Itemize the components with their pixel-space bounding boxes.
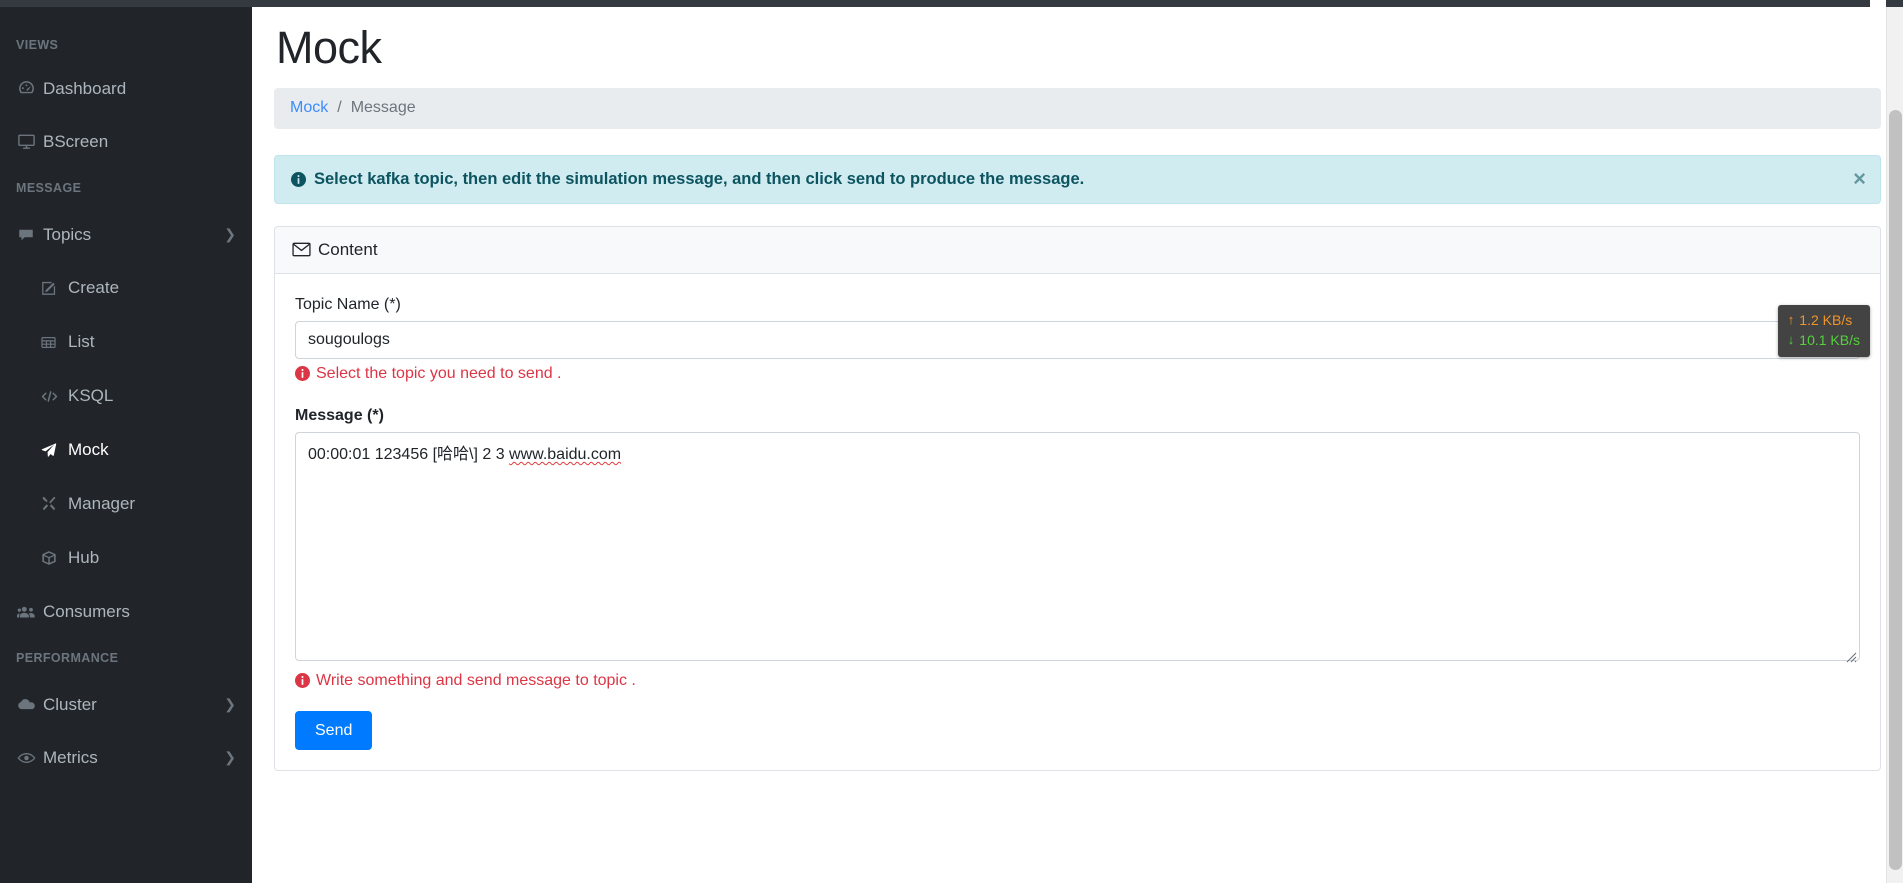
sidebar-item-label: Hub xyxy=(68,548,100,567)
main-content: Mock Mock / Message Select kafka topic, … xyxy=(252,0,1903,883)
topic-help-text: Select the topic you need to send . xyxy=(316,364,562,382)
eye-icon xyxy=(17,750,43,766)
sidebar-item-label: List xyxy=(68,332,95,351)
content-card-header: Content xyxy=(275,226,1880,274)
content-card-title: Content xyxy=(318,239,378,259)
network-speed-overlay: ↑ 1.2 KB/s ↓ 10.1 KB/s xyxy=(1777,305,1870,357)
info-alert: Select kafka topic, then edit the simula… xyxy=(274,154,1881,204)
comment-icon xyxy=(17,226,43,244)
envelope-icon xyxy=(292,242,311,257)
chevron-right-icon: ❯ xyxy=(224,696,236,712)
edit-icon xyxy=(40,280,68,297)
info-alert-text: Select kafka topic, then edit the simula… xyxy=(314,169,1085,188)
sidebar-item-list[interactable]: List xyxy=(0,315,252,369)
sidebar-section-views: VIEWS xyxy=(16,38,59,52)
topic-help-text-row: Select the topic you need to send . xyxy=(295,365,1860,383)
tools-icon xyxy=(40,495,68,513)
topic-select-wrapper: sougoulogs xyxy=(295,320,1860,359)
breadcrumb-current: Message xyxy=(350,99,416,117)
monitor-icon xyxy=(17,132,43,151)
topic-select[interactable]: sougoulogs xyxy=(295,320,1860,359)
breadcrumb: Mock / Message xyxy=(274,87,1881,129)
gauge-icon xyxy=(17,79,43,98)
content-card-body: Topic Name (*) sougoulogs Select the top… xyxy=(275,274,1880,771)
sidebar-item-label: Cluster xyxy=(43,694,97,714)
cube-icon xyxy=(40,549,68,567)
message-help-text: Write something and send message to topi… xyxy=(316,671,636,689)
sidebar-item-topics[interactable]: Topics ❯ xyxy=(0,208,252,261)
chevron-right-icon: ❯ xyxy=(224,226,236,242)
sidebar-item-create[interactable]: Create xyxy=(0,261,252,315)
app-window: VIEWS Dashboard BScreen MESSAGE Topics ❯… xyxy=(0,0,1903,883)
chevron-right-icon: ❯ xyxy=(224,749,236,765)
sidebar-item-label: Manager xyxy=(68,494,136,513)
topic-name-label: Topic Name (*) xyxy=(295,295,401,313)
sidebar-section-performance: PERFORMANCE xyxy=(16,651,119,665)
info-circle-icon xyxy=(295,366,310,382)
upload-speed-row: ↑ 1.2 KB/s xyxy=(1788,310,1860,330)
message-help-text-row: Write something and send message to topi… xyxy=(295,672,1860,690)
table-icon xyxy=(40,334,68,351)
sidebar-item-label: Metrics xyxy=(43,747,98,767)
sidebar-item-label: Mock xyxy=(68,440,109,459)
sidebar-section-message: MESSAGE xyxy=(16,181,82,195)
message-textarea[interactable] xyxy=(295,431,1860,661)
cloud-icon xyxy=(17,697,43,713)
sidebar-item-manager[interactable]: Manager xyxy=(0,477,252,531)
sidebar-item-dashboard[interactable]: Dashboard xyxy=(0,62,252,115)
send-button[interactable]: Send xyxy=(295,710,373,751)
upload-speed-value: 1.2 KB/s xyxy=(1799,312,1853,328)
info-circle-icon xyxy=(291,171,306,187)
download-speed-value: 10.1 KB/s xyxy=(1799,332,1860,349)
close-icon[interactable]: × xyxy=(1853,168,1866,190)
sidebar-item-hub[interactable]: Hub xyxy=(0,531,252,585)
info-circle-icon xyxy=(295,673,310,689)
sidebar-item-consumers[interactable]: Consumers xyxy=(0,585,252,638)
sidebar: VIEWS Dashboard BScreen MESSAGE Topics ❯… xyxy=(0,0,252,883)
users-icon xyxy=(17,604,43,620)
sidebar-item-label: KSQL xyxy=(68,386,114,405)
message-label: Message (*) xyxy=(295,406,384,424)
scrollbar-top-cap xyxy=(1886,0,1903,7)
message-textarea-wrapper: 00:00:01 123456 [哈哈\] 2 3 www.baidu.com xyxy=(295,431,1860,666)
content-card: Content Topic Name (*) sougoulogs Select… xyxy=(274,225,1881,772)
arrow-up-icon: ↑ xyxy=(1787,311,1795,327)
sidebar-item-label: BScreen xyxy=(43,131,109,151)
sidebar-item-bscreen[interactable]: BScreen xyxy=(0,115,252,168)
page-title: Mock xyxy=(276,22,382,73)
top-strip xyxy=(0,0,1870,7)
sidebar-item-cluster[interactable]: Cluster ❯ xyxy=(0,678,252,731)
sidebar-item-label: Create xyxy=(68,278,120,297)
sidebar-item-metrics[interactable]: Metrics ❯ xyxy=(0,731,252,784)
download-speed-row: ↓ 10.1 KB/s xyxy=(1788,330,1860,350)
code-icon xyxy=(40,388,68,405)
breadcrumb-separator: / xyxy=(337,99,342,117)
page-scrollbar-thumb[interactable] xyxy=(1889,110,1902,870)
sidebar-item-label: Consumers xyxy=(43,601,130,621)
sidebar-item-label: Topics xyxy=(43,224,92,244)
arrow-down-icon: ↓ xyxy=(1787,332,1795,348)
page-scrollbar[interactable] xyxy=(1886,0,1903,883)
sidebar-item-label: Dashboard xyxy=(43,78,127,98)
message-block: Message (*) 00:00:01 123456 [哈哈\] 2 3 ww… xyxy=(295,407,1860,751)
sidebar-item-mock[interactable]: Mock xyxy=(0,423,252,477)
breadcrumb-link-mock[interactable]: Mock xyxy=(290,99,328,117)
paper-plane-icon xyxy=(40,441,68,459)
sidebar-item-ksql[interactable]: KSQL xyxy=(0,369,252,423)
